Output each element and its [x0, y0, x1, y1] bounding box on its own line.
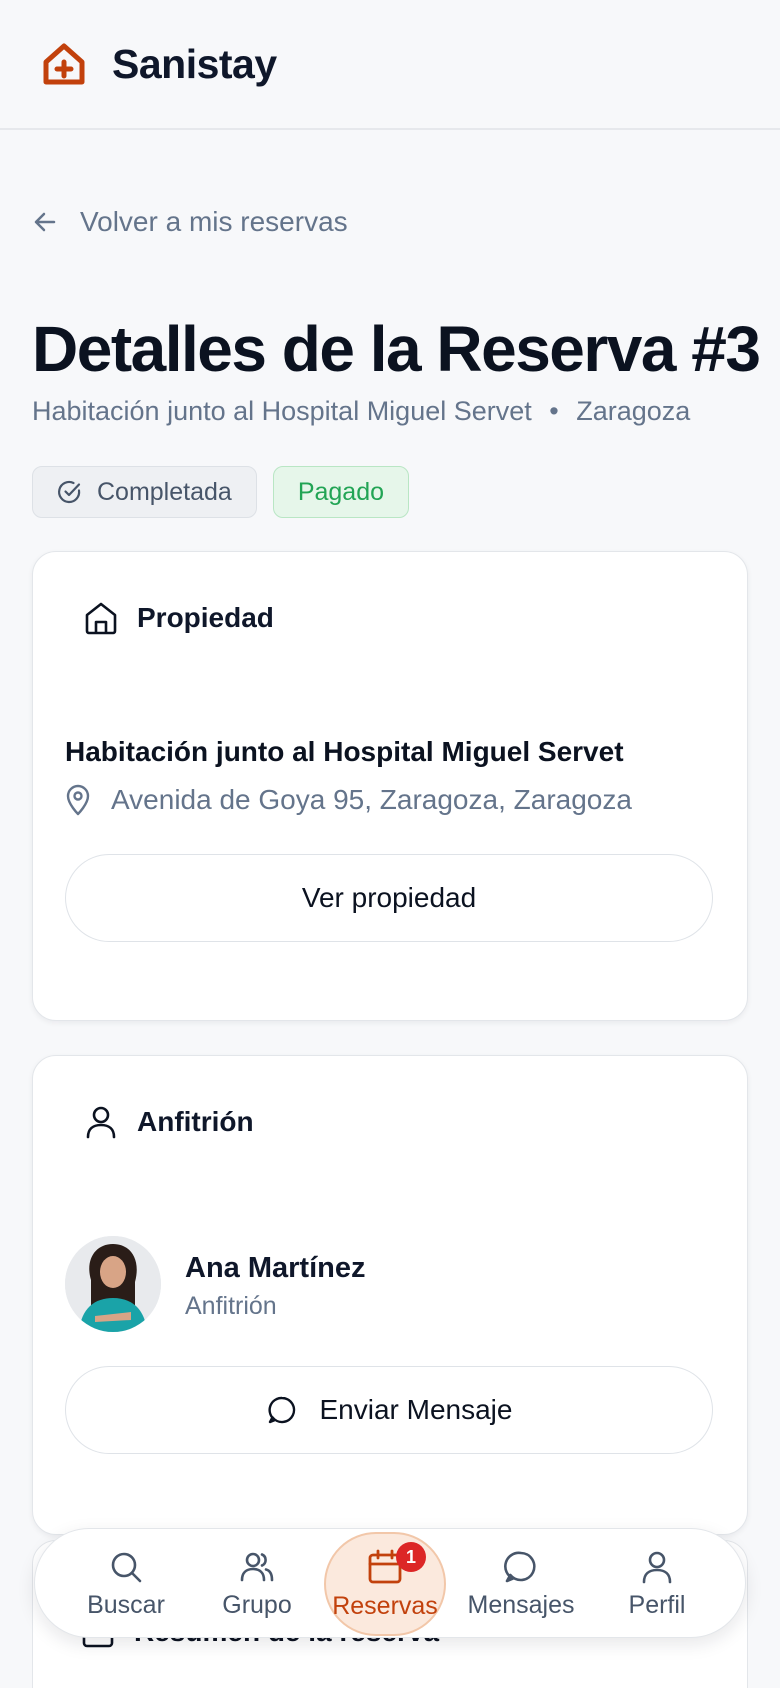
- subtitle-property: Habitación junto al Hospital Miguel Serv…: [32, 396, 532, 426]
- tab-reservas[interactable]: Reservas 1: [324, 1532, 446, 1636]
- host-card: Anfitrión Ana Martínez Anfitrión Enviar …: [32, 1055, 748, 1535]
- booking-subtitle: Habitación junto al Hospital Miguel Serv…: [32, 396, 690, 427]
- search-icon: [111, 1552, 142, 1582]
- tab-mensajes[interactable]: Mensajes: [454, 1529, 588, 1639]
- brand-name[interactable]: Sanistay: [112, 41, 277, 88]
- home-icon: [85, 602, 117, 635]
- tab-grupo[interactable]: Grupo: [190, 1529, 324, 1639]
- property-card-header: Propiedad: [83, 600, 274, 636]
- view-property-button[interactable]: Ver propiedad: [65, 854, 713, 942]
- status-badges: Completada Pagado: [32, 466, 410, 518]
- send-message-button[interactable]: Enviar Mensaje: [65, 1366, 713, 1454]
- tab-perfil[interactable]: Perfil: [590, 1529, 724, 1639]
- logo-icon[interactable]: [40, 40, 88, 88]
- tab-grupo-label: Grupo: [222, 1590, 292, 1619]
- bottom-tab-bar: Buscar Grupo Reservas 1 Mensajes Perfil: [34, 1528, 746, 1638]
- back-link[interactable]: Volver a mis reservas: [32, 200, 348, 244]
- page-title: Detalles de la Reserva #3: [32, 313, 761, 385]
- tab-buscar-label: Buscar: [87, 1590, 165, 1619]
- group-icon: [240, 1552, 274, 1581]
- user-icon: [642, 1551, 672, 1583]
- message-icon: [504, 1551, 536, 1582]
- notification-badge: 1: [396, 1542, 426, 1572]
- host-photo: [65, 1236, 161, 1332]
- status-badge-label: Completada: [97, 477, 232, 506]
- back-link-label: Volver a mis reservas: [80, 206, 348, 237]
- payment-badge: Pagado: [272, 466, 410, 518]
- message-icon: [267, 1396, 295, 1424]
- status-badge: Completada: [32, 466, 257, 518]
- map-pin-icon: [66, 784, 90, 816]
- host-card-title: Anfitrión: [137, 1106, 254, 1137]
- property-address-text: Avenida de Goya 95, Zaragoza, Zaragoza: [111, 784, 632, 815]
- send-message-label: Enviar Mensaje: [319, 1394, 513, 1425]
- user-icon: [86, 1106, 116, 1139]
- tab-reservas-label: Reservas: [332, 1591, 438, 1620]
- view-property-label: Ver propiedad: [301, 882, 477, 913]
- subtitle-city: Zaragoza: [576, 396, 691, 426]
- host-role: Anfitrión: [185, 1292, 277, 1320]
- check-circle-icon: [58, 480, 81, 504]
- tab-buscar[interactable]: Buscar: [59, 1529, 193, 1639]
- property-address: Avenida de Goya 95, Zaragoza, Zaragoza: [65, 784, 632, 816]
- payment-badge-label: Pagado: [297, 477, 385, 506]
- host-avatar[interactable]: [65, 1236, 161, 1332]
- property-card: Propiedad Habitación junto al Hospital M…: [32, 551, 748, 1021]
- subtitle-separator: •: [549, 396, 559, 426]
- host-name: Ana Martínez: [185, 1252, 366, 1284]
- property-card-title: Propiedad: [137, 602, 274, 633]
- top-bar: Sanistay: [0, 0, 780, 130]
- host-card-header: Anfitrión: [83, 1104, 254, 1140]
- arrow-left-icon: [34, 212, 56, 232]
- property-name: Habitación junto al Hospital Miguel Serv…: [65, 736, 624, 767]
- tab-mensajes-label: Mensajes: [467, 1590, 575, 1619]
- tab-perfil-label: Perfil: [628, 1590, 686, 1619]
